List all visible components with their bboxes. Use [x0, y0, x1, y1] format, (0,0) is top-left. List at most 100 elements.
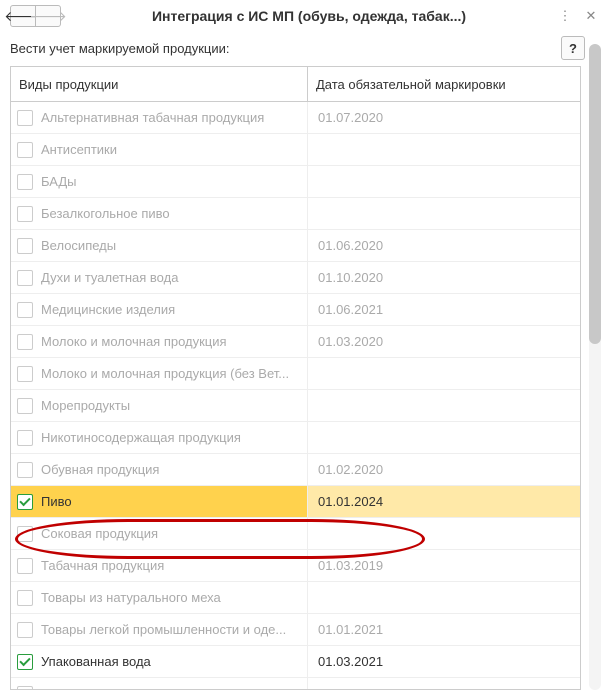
product-label: Антисептики: [41, 142, 117, 157]
row-checkbox[interactable]: [17, 430, 33, 446]
vertical-scrollbar[interactable]: [589, 44, 601, 690]
help-button[interactable]: ?: [561, 36, 585, 60]
row-checkbox[interactable]: [17, 366, 33, 382]
product-label: Велосипеды: [41, 238, 116, 253]
column-header-product[interactable]: Виды продукции: [11, 67, 308, 102]
product-label: Товары легкой промышленности и оде...: [41, 622, 286, 637]
product-cell[interactable]: Безалкогольное пиво: [11, 198, 307, 229]
row-checkbox[interactable]: [17, 334, 33, 350]
product-table-container: Виды продукции Дата обязательной маркиро…: [10, 66, 581, 690]
date-cell: 01.07.2020: [308, 110, 580, 125]
product-cell[interactable]: БАДы: [11, 166, 307, 197]
window: 🡐 🡒 Интеграция с ИС МП (обувь, одежда, т…: [0, 0, 609, 694]
scroll-thumb[interactable]: [589, 44, 601, 344]
product-label: Духи и туалетная вода: [41, 270, 178, 285]
product-cell[interactable]: Фотокамеры и лампы-вспышки: [11, 678, 307, 690]
subtitle-label: Вести учет маркируемой продукции:: [10, 41, 561, 56]
product-label: Обувная продукция: [41, 462, 159, 477]
product-label: Никотиносодержащая продукция: [41, 430, 241, 445]
menu-icon[interactable]: ⋮: [557, 8, 573, 24]
title-actions: ⋮ ✕: [557, 8, 599, 24]
product-cell[interactable]: Упакованная вода: [11, 646, 307, 677]
table-row[interactable]: Соковая продукция: [11, 518, 580, 550]
table-row[interactable]: Альтернативная табачная продукция 01.07.2…: [11, 102, 580, 134]
table-row[interactable]: Велосипеды 01.06.2020: [11, 230, 580, 262]
row-checkbox[interactable]: [17, 398, 33, 414]
row-checkbox[interactable]: [17, 206, 33, 222]
product-label: Товары из натурального меха: [41, 590, 221, 605]
table-row[interactable]: Молоко и молочная продукция (без Вет...: [11, 358, 580, 390]
table-row[interactable]: Товары легкой промышленности и оде... 01.…: [11, 614, 580, 646]
product-label: Медицинские изделия: [41, 302, 175, 317]
product-cell[interactable]: Духи и туалетная вода: [11, 262, 307, 293]
titlebar: 🡐 🡒 Интеграция с ИС МП (обувь, одежда, т…: [0, 0, 609, 32]
table-row[interactable]: Фотокамеры и лампы-вспышки01.10.2020: [11, 678, 580, 691]
row-checkbox[interactable]: [17, 238, 33, 254]
row-checkbox[interactable]: [17, 174, 33, 190]
product-cell[interactable]: Альтернативная табачная продукция: [11, 102, 307, 133]
product-label: Пиво: [41, 494, 72, 509]
product-label: Табачная продукция: [41, 558, 164, 573]
product-label: Фотокамеры и лампы-вспышки: [41, 686, 229, 690]
row-checkbox[interactable]: [17, 526, 33, 542]
row-checkbox[interactable]: [17, 590, 33, 606]
row-checkbox[interactable]: [17, 142, 33, 158]
date-cell: 01.01.2021: [308, 622, 580, 637]
row-checkbox[interactable]: [17, 686, 33, 691]
product-cell[interactable]: Морепродукты: [11, 390, 307, 421]
product-label: Молоко и молочная продукция (без Вет...: [41, 366, 289, 381]
date-cell: 01.02.2020: [308, 462, 580, 477]
date-cell: 01.06.2021: [308, 302, 580, 317]
product-cell[interactable]: Соковая продукция: [11, 518, 307, 549]
table-row[interactable]: Безалкогольное пиво: [11, 198, 580, 230]
date-cell: 01.06.2020: [308, 238, 580, 253]
table-row[interactable]: Табачная продукция 01.03.2019: [11, 550, 580, 582]
subtitle-row: Вести учет маркируемой продукции: ?: [0, 32, 609, 68]
product-cell[interactable]: Пиво: [11, 486, 307, 517]
product-cell[interactable]: Товары легкой промышленности и оде...: [11, 614, 307, 645]
product-cell[interactable]: Медицинские изделия: [11, 294, 307, 325]
table-row[interactable]: Антисептики: [11, 134, 580, 166]
column-header-date[interactable]: Дата обязательной маркировки: [308, 67, 581, 102]
table-row[interactable]: Медицинские изделия 01.06.2021: [11, 294, 580, 326]
table-row[interactable]: Товары из натурального меха: [11, 582, 580, 614]
table-row[interactable]: Никотиносодержащая продукция: [11, 422, 580, 454]
table-row[interactable]: БАДы: [11, 166, 580, 198]
date-cell: 01.10.2020: [308, 270, 580, 285]
product-cell[interactable]: Молоко и молочная продукция: [11, 326, 307, 357]
table-row[interactable]: Упакованная вода 01.03.2021: [11, 646, 580, 678]
close-icon[interactable]: ✕: [583, 8, 599, 24]
product-cell[interactable]: Никотиносодержащая продукция: [11, 422, 307, 453]
table-row[interactable]: Морепродукты: [11, 390, 580, 422]
product-cell[interactable]: Антисептики: [11, 134, 307, 165]
table-row[interactable]: Обувная продукция 01.02.2020: [11, 454, 580, 486]
row-checkbox[interactable]: [17, 110, 33, 126]
nav-forward-button[interactable]: 🡒: [35, 5, 61, 27]
product-cell[interactable]: Товары из натурального меха: [11, 582, 307, 613]
product-cell[interactable]: Табачная продукция: [11, 550, 307, 581]
row-checkbox[interactable]: [17, 622, 33, 638]
date-cell: 01.03.2019: [308, 558, 580, 573]
nav-buttons: 🡐 🡒: [10, 5, 61, 27]
row-checkbox[interactable]: [17, 462, 33, 478]
product-label: Морепродукты: [41, 398, 130, 413]
row-checkbox[interactable]: [17, 558, 33, 574]
table-row[interactable]: Пиво 01.01.2024: [11, 486, 580, 518]
table-row[interactable]: Молоко и молочная продукция 01.03.2020: [11, 326, 580, 358]
date-cell: 01.03.2021: [308, 654, 580, 669]
product-label: Упакованная вода: [41, 654, 151, 669]
product-label: Молоко и молочная продукция: [41, 334, 227, 349]
table-row[interactable]: Духи и туалетная вода 01.10.2020: [11, 262, 580, 294]
product-cell[interactable]: Обувная продукция: [11, 454, 307, 485]
row-checkbox[interactable]: [17, 654, 33, 670]
product-cell[interactable]: Молоко и молочная продукция (без Вет...: [11, 358, 307, 389]
row-checkbox[interactable]: [17, 302, 33, 318]
date-cell: 01.01.2024: [308, 494, 580, 509]
product-label: Соковая продукция: [41, 526, 158, 541]
window-title: Интеграция с ИС МП (обувь, одежда, табак…: [61, 8, 557, 24]
product-cell[interactable]: Велосипеды: [11, 230, 307, 261]
date-cell: 01.03.2020: [308, 334, 580, 349]
row-checkbox[interactable]: [17, 270, 33, 286]
product-label: Альтернативная табачная продукция: [41, 110, 264, 125]
row-checkbox[interactable]: [17, 494, 33, 510]
